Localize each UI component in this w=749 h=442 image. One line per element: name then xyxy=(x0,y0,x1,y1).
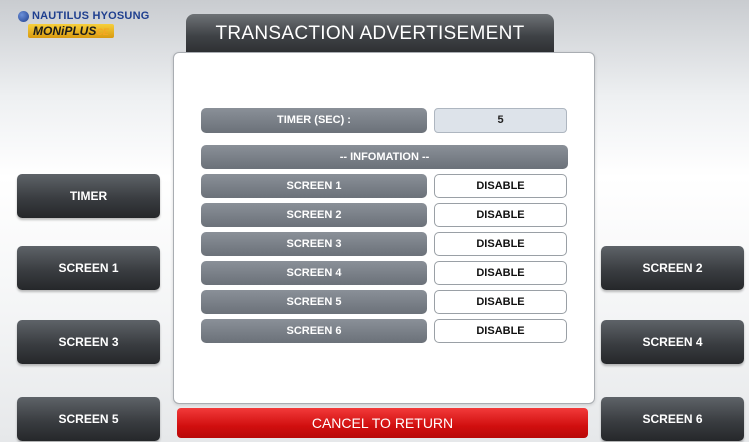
content-panel xyxy=(173,52,595,404)
company-name: NAUTILUS HYOSUNG xyxy=(18,10,149,22)
product-logo: MONiPLUSCE xyxy=(28,24,114,38)
screen-3-status: DISABLE xyxy=(434,232,567,256)
screen-3-label: SCREEN 3 xyxy=(201,232,427,256)
screen-4-status: DISABLE xyxy=(434,261,567,285)
cancel-button[interactable]: CANCEL TO RETURN xyxy=(177,408,588,438)
info-header: -- INFOMATION -- xyxy=(201,145,568,169)
screen-3-button[interactable]: SCREEN 3 xyxy=(17,320,160,364)
globe-icon xyxy=(18,10,29,22)
timer-label: TIMER (SEC) : xyxy=(201,108,427,133)
screen-4-button[interactable]: SCREEN 4 xyxy=(601,320,744,364)
screen-6-button[interactable]: SCREEN 6 xyxy=(601,397,744,441)
screen-1-status: DISABLE xyxy=(434,174,567,198)
screen-2-label: SCREEN 2 xyxy=(201,203,427,227)
screen-2-status: DISABLE xyxy=(434,203,567,227)
screen-5-label: SCREEN 5 xyxy=(201,290,427,314)
product-suffix: CE xyxy=(96,27,109,37)
screen-6-label: SCREEN 6 xyxy=(201,319,427,343)
screen-5-status: DISABLE xyxy=(434,290,567,314)
timer-value: 5 xyxy=(434,108,567,133)
screen-5-button[interactable]: SCREEN 5 xyxy=(17,397,160,441)
screen-4-label: SCREEN 4 xyxy=(201,261,427,285)
company-text: NAUTILUS HYOSUNG xyxy=(32,10,150,22)
product-text: MONiPLUS xyxy=(33,24,97,38)
screen-2-button[interactable]: SCREEN 2 xyxy=(601,246,744,290)
brand-logo: NAUTILUS HYOSUNG MONiPLUSCE xyxy=(18,10,149,40)
screen-1-button[interactable]: SCREEN 1 xyxy=(17,246,160,290)
page-title: TRANSACTION ADVERTISEMENT xyxy=(186,14,554,54)
screen-6-status: DISABLE xyxy=(434,319,567,343)
timer-button[interactable]: TIMER xyxy=(17,174,160,218)
screen-1-label: SCREEN 1 xyxy=(201,174,427,198)
